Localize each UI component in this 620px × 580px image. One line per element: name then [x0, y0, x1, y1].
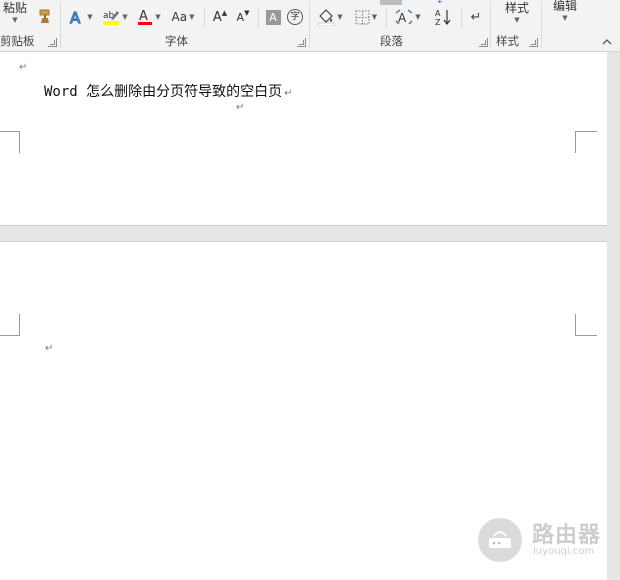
change-case-label: Aa: [171, 10, 188, 24]
chevron-down-icon: ▼: [155, 13, 161, 21]
grow-font-icon: ▲: [221, 9, 228, 17]
vertical-scrollbar[interactable]: [607, 52, 620, 580]
styles-launcher-icon[interactable]: [529, 38, 538, 47]
sort-az-icon: A Z: [435, 9, 451, 26]
crop-mark-top-left: [0, 314, 20, 336]
ribbon: 粘贴 ▼ 剪贴板 A ▼ ab ▼ A ▼ Aa ▼ A ▲ A ▼ A 字 字…: [0, 0, 620, 52]
chevron-down-icon: ▼: [562, 13, 568, 22]
font-group-label: 字体: [165, 34, 188, 48]
paragraph-mark: ↵: [236, 102, 245, 113]
svg-text:A: A: [435, 9, 441, 18]
chevron-down-icon: ▼: [189, 13, 195, 21]
font-color-icon: A: [138, 9, 153, 25]
paragraph-launcher-icon[interactable]: [479, 38, 488, 47]
separator: [490, 2, 491, 48]
styles-button[interactable]: 样式 ▼: [497, 0, 537, 27]
chinese-layout-button[interactable]: A ▼: [392, 6, 424, 28]
paragraph-mark-icon: ↵: [470, 9, 482, 25]
document-page-1[interactable]: ↵ Word 怎么删除由分页符导致的空白页 ↵ ↵: [0, 52, 607, 226]
separator: [461, 8, 462, 28]
watermark-url: luyouqi.com: [533, 546, 595, 557]
borders-button[interactable]: ▼: [350, 6, 382, 28]
font-color-button[interactable]: A ▼: [134, 6, 164, 28]
chevron-down-icon: ▼: [87, 13, 93, 21]
shrink-font-button[interactable]: A ▼: [233, 6, 253, 28]
separator: [204, 8, 205, 28]
shrink-font-icon: ▼: [244, 9, 250, 17]
separator: [541, 2, 542, 48]
paragraph-button-partial[interactable]: [380, 0, 402, 5]
collapse-ribbon-button[interactable]: [598, 33, 616, 49]
clipboard-launcher-icon[interactable]: [48, 38, 57, 47]
watermark-text: 路由器: [532, 523, 602, 548]
svg-text:A: A: [398, 11, 407, 25]
svg-text:Z: Z: [435, 18, 441, 26]
paste-button[interactable]: 粘贴 ▼: [0, 0, 30, 26]
separator: [386, 8, 387, 28]
styles-group-label: 样式: [496, 34, 519, 48]
font-launcher-icon[interactable]: [297, 38, 306, 47]
show-hide-marks-button[interactable]: ↵: [466, 6, 486, 28]
svg-text:A: A: [70, 9, 81, 25]
chevron-down-icon: ▼: [415, 13, 421, 21]
crop-mark-bottom-right: [575, 131, 597, 153]
chevron-down-icon: ▼: [337, 13, 343, 21]
enclose-characters-icon: 字: [287, 9, 303, 25]
change-case-button[interactable]: Aa ▼: [168, 6, 198, 28]
text-effects-button[interactable]: A ▼: [66, 6, 96, 28]
router-logo-icon: [478, 518, 522, 562]
svg-text:A: A: [139, 9, 148, 24]
chinese-layout-icon: A: [395, 9, 413, 25]
chevron-down-icon: ▼: [12, 15, 18, 24]
paste-label: 粘贴: [2, 0, 27, 15]
clipboard-group-label: 剪贴板: [0, 34, 35, 48]
crop-mark-top-right: [575, 314, 597, 336]
site-watermark: 路由器 luyouqi.com: [478, 516, 606, 564]
highlighter-icon: ab: [103, 11, 120, 25]
chevron-down-icon: ▼: [514, 15, 520, 24]
borders-icon: [355, 10, 370, 24]
grow-font-button[interactable]: A ▲: [210, 6, 230, 28]
format-painter-button[interactable]: [36, 5, 56, 27]
paragraph-mark: ↵: [45, 343, 54, 354]
highlight-button[interactable]: ab ▼: [100, 6, 130, 28]
styles-label: 样式: [504, 0, 529, 15]
sort-button[interactable]: A Z: [432, 6, 454, 28]
crop-mark-bottom-left: [0, 131, 20, 153]
enclose-characters-button[interactable]: 字: [285, 6, 305, 28]
editing-label: 编辑: [552, 0, 577, 13]
chevron-up-icon: [602, 38, 612, 44]
paragraph-group-label: 段落: [380, 34, 403, 48]
paragraph-mark: ↵: [284, 88, 293, 99]
paint-bucket-icon: [318, 9, 335, 26]
shading-button[interactable]: ▼: [314, 6, 346, 28]
separator: [309, 2, 310, 48]
document-title-text: Word 怎么删除由分页符导致的空白页: [44, 84, 283, 100]
shrink-font-label: A: [236, 10, 245, 24]
editing-button[interactable]: 编辑 ▼: [548, 0, 582, 25]
character-shading-button[interactable]: A: [263, 6, 283, 28]
separator: [60, 2, 61, 48]
grow-font-label: A: [212, 9, 222, 25]
format-painter-icon: [39, 9, 50, 23]
document-title-line[interactable]: Word 怎么删除由分页符导致的空白页 ↵: [44, 81, 293, 101]
chevron-down-icon: ▼: [371, 13, 378, 21]
character-shading-icon: A: [265, 9, 281, 25]
paragraph-mark: ↵: [19, 62, 28, 73]
chevron-down-icon: ▼: [122, 13, 128, 21]
text-effects-icon: A: [70, 9, 82, 25]
separator: [258, 8, 259, 28]
